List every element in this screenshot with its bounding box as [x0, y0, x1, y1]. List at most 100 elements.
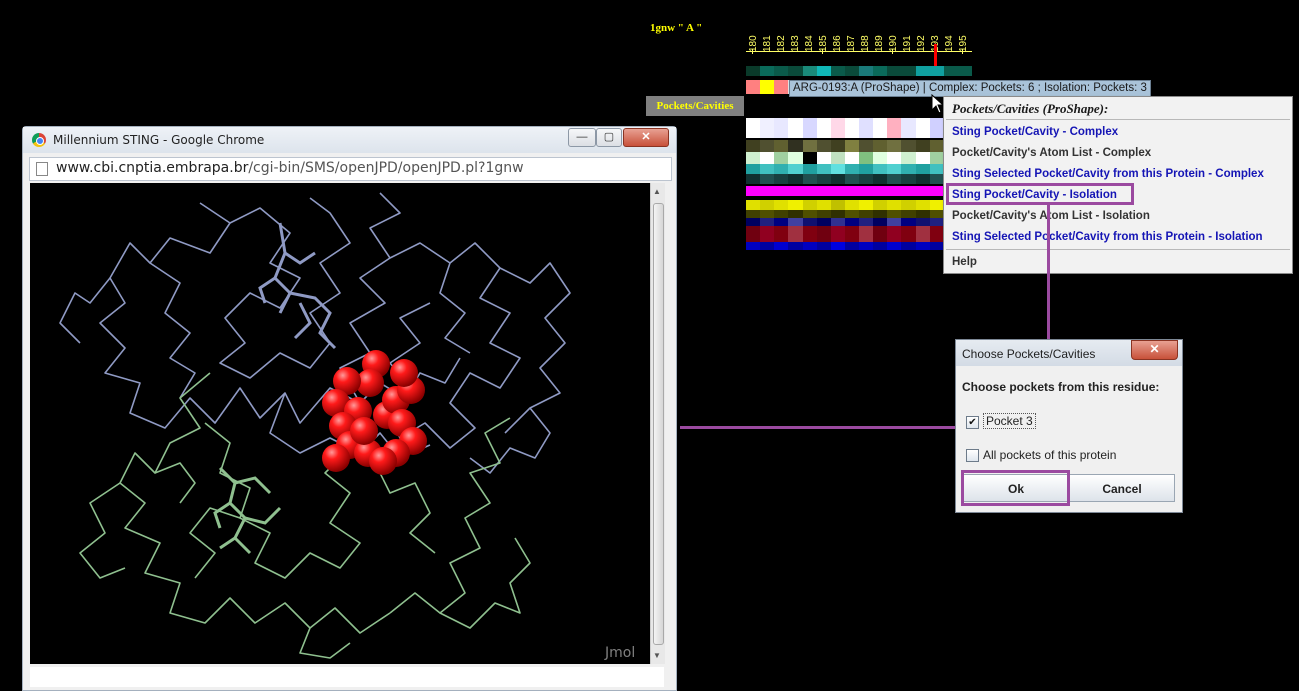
property-cell[interactable]: [746, 66, 761, 76]
property-cell[interactable]: [774, 186, 789, 196]
chrome-titlebar[interactable]: Millennium STING - Google Chrome — ▢ ✕: [23, 127, 676, 153]
property-cell[interactable]: [746, 200, 761, 210]
property-cell[interactable]: [929, 200, 944, 210]
property-strip[interactable]: [746, 140, 972, 152]
property-cell[interactable]: [873, 242, 888, 250]
property-cell[interactable]: [859, 210, 874, 218]
property-strip[interactable]: [746, 118, 972, 138]
property-cell[interactable]: [873, 200, 888, 210]
property-cell[interactable]: [774, 210, 789, 218]
property-cell[interactable]: [873, 66, 888, 76]
property-cell[interactable]: [915, 200, 930, 210]
property-cell[interactable]: [802, 174, 817, 184]
property-cell[interactable]: [887, 164, 902, 174]
property-strip[interactable]: [746, 164, 972, 174]
property-cell[interactable]: [802, 226, 817, 242]
property-cell[interactable]: [746, 242, 761, 250]
property-cell[interactable]: [760, 186, 775, 196]
property-cell[interactable]: [859, 218, 874, 226]
property-cell[interactable]: [915, 164, 930, 174]
menu-item[interactable]: Pocket/Cavity's Atom List - Isolation: [952, 210, 1150, 222]
dialog-titlebar[interactable]: Choose Pockets/Cavities ✕: [956, 340, 1182, 366]
property-cell[interactable]: [802, 218, 817, 226]
property-cell[interactable]: [844, 210, 859, 218]
all-pockets-checkbox[interactable]: [966, 449, 979, 462]
property-cell[interactable]: [887, 218, 902, 226]
property-cell[interactable]: [760, 242, 775, 250]
property-cell[interactable]: [901, 218, 916, 226]
property-cell[interactable]: [830, 200, 845, 210]
property-cell[interactable]: [802, 186, 817, 196]
property-cell[interactable]: [802, 210, 817, 218]
property-cell[interactable]: [887, 152, 902, 164]
property-cell[interactable]: [788, 186, 803, 196]
property-cell[interactable]: [788, 174, 803, 184]
property-cell[interactable]: [901, 242, 916, 250]
property-cell[interactable]: [760, 174, 775, 184]
property-cell[interactable]: [901, 200, 916, 210]
property-cell[interactable]: [859, 152, 874, 164]
property-cell[interactable]: [929, 186, 944, 196]
property-cell[interactable]: [830, 186, 845, 196]
property-cell[interactable]: [887, 118, 902, 138]
property-strip[interactable]: [746, 152, 972, 164]
property-cell[interactable]: [816, 186, 831, 196]
property-cell[interactable]: [943, 66, 958, 76]
property-cell[interactable]: [760, 66, 775, 76]
property-cell[interactable]: [816, 164, 831, 174]
property-cell[interactable]: [746, 140, 761, 152]
property-cell[interactable]: [816, 210, 831, 218]
close-button[interactable]: ✕: [623, 128, 669, 147]
property-cell[interactable]: [788, 218, 803, 226]
property-cell[interactable]: [844, 140, 859, 152]
property-cell[interactable]: [746, 118, 761, 138]
property-strip[interactable]: [746, 200, 972, 210]
property-cell[interactable]: [844, 174, 859, 184]
property-cell[interactable]: [844, 242, 859, 250]
property-cell[interactable]: [873, 164, 888, 174]
property-cell[interactable]: [901, 140, 916, 152]
property-cell[interactable]: [901, 164, 916, 174]
property-cell[interactable]: [816, 218, 831, 226]
property-cell[interactable]: [873, 218, 888, 226]
property-cell[interactable]: [760, 200, 775, 210]
property-cell[interactable]: [915, 140, 930, 152]
property-strip[interactable]: [746, 186, 972, 196]
property-cell[interactable]: [901, 118, 916, 138]
property-cell[interactable]: [746, 174, 761, 184]
property-cell[interactable]: [859, 66, 874, 76]
property-cell[interactable]: [788, 242, 803, 250]
property-cell[interactable]: [844, 200, 859, 210]
property-cell[interactable]: [859, 174, 874, 184]
property-cell[interactable]: [830, 226, 845, 242]
property-cell[interactable]: [887, 174, 902, 184]
property-cell[interactable]: [901, 174, 916, 184]
property-cell[interactable]: [760, 118, 775, 138]
property-cell[interactable]: [873, 118, 888, 138]
property-cell[interactable]: [915, 174, 930, 184]
property-cell[interactable]: [859, 118, 874, 138]
property-cell[interactable]: [802, 242, 817, 250]
property-cell[interactable]: [929, 226, 944, 242]
property-cell[interactable]: [746, 186, 761, 196]
property-strip[interactable]: [746, 66, 972, 76]
property-cell[interactable]: [788, 152, 803, 164]
property-cell[interactable]: [929, 140, 944, 152]
property-cell[interactable]: [915, 218, 930, 226]
property-cell[interactable]: [929, 242, 944, 250]
url-bar[interactable]: www.cbi.cnptia.embrapa.br/cgi-bin/SMS/op…: [29, 157, 672, 181]
property-strip[interactable]: [746, 210, 972, 218]
property-cell[interactable]: [788, 210, 803, 218]
property-cell[interactable]: [830, 66, 845, 76]
property-cell[interactable]: [887, 66, 902, 76]
property-cell[interactable]: [873, 140, 888, 152]
pocket-3-checkbox[interactable]: ✔: [966, 416, 979, 429]
property-cell[interactable]: [746, 210, 761, 218]
property-cell[interactable]: [915, 186, 930, 196]
property-cell[interactable]: [901, 152, 916, 164]
property-cell[interactable]: [873, 226, 888, 242]
property-cell[interactable]: [774, 80, 789, 94]
property-cell[interactable]: [859, 242, 874, 250]
property-cell[interactable]: [830, 152, 845, 164]
property-cell[interactable]: [915, 226, 930, 242]
